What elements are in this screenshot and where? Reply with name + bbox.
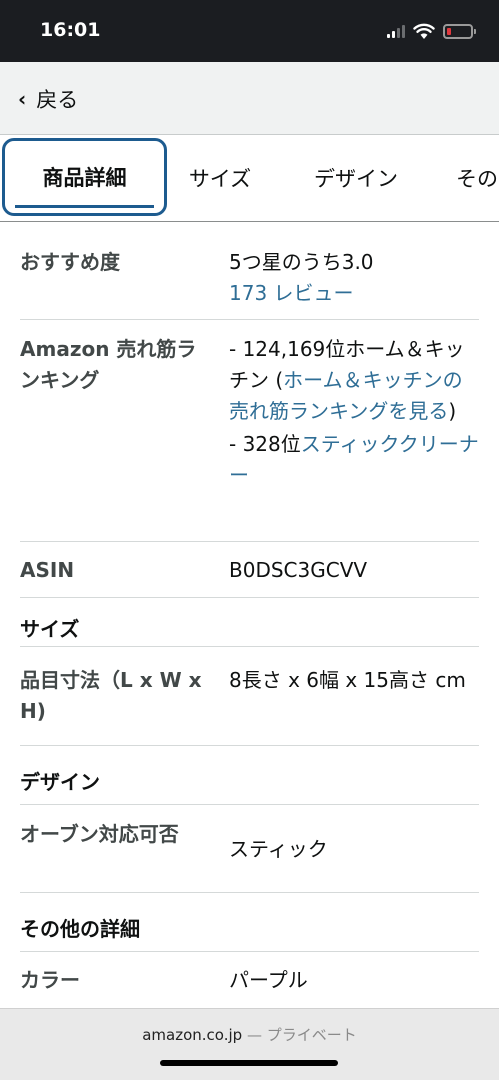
ranking-line-1-suffix: ) bbox=[448, 399, 457, 423]
wifi-icon bbox=[413, 23, 435, 39]
dimensions-value: 8長さ x 6幅 x 15高さ cm bbox=[229, 668, 466, 692]
row-asin: ASIN B0DSC3GCVV bbox=[20, 542, 479, 598]
row-rating: おすすめ度 5つ星のうち3.0 173 レビュー bbox=[20, 222, 479, 320]
row-oven: オーブン対応可否 スティック bbox=[20, 805, 479, 893]
oven-label: オーブン対応可否 bbox=[20, 822, 179, 846]
reviews-link[interactable]: 173 レビュー bbox=[229, 278, 479, 309]
dimensions-label: 品目寸法（L x W x H) bbox=[20, 668, 202, 723]
ranking-value-cell: - 124,169位ホーム＆キッチン (ホーム＆キッチンの売れ筋ランキングを見る… bbox=[229, 334, 479, 541]
tab-size[interactable]: サイズ bbox=[178, 135, 262, 221]
tab-bar: 商品詳細 サイズ デザイン その bbox=[0, 135, 499, 222]
product-details-table: おすすめ度 5つ星のうち3.0 173 レビュー Amazon 売れ筋ランキング… bbox=[0, 222, 499, 1009]
address-domain: amazon.co.jp bbox=[142, 1026, 243, 1044]
back-button[interactable]: ‹ 戻る bbox=[18, 84, 78, 114]
asin-label: ASIN bbox=[20, 558, 75, 582]
section-title-size: サイズ bbox=[20, 598, 479, 647]
status-icons bbox=[387, 20, 476, 42]
signal-icon bbox=[387, 24, 405, 38]
section-title-other: その他の詳細 bbox=[20, 893, 479, 952]
private-mode-label: — プライベート bbox=[246, 1026, 357, 1044]
tab-design[interactable]: デザイン bbox=[300, 135, 412, 221]
status-time: 16:01 bbox=[40, 19, 101, 41]
section-title-design: デザイン bbox=[20, 746, 479, 805]
rating-value-cell: 5つ星のうち3.0 173 レビュー bbox=[229, 247, 479, 319]
home-indicator[interactable] bbox=[160, 1060, 338, 1066]
row-dimensions: 品目寸法（L x W x H) 8長さ x 6幅 x 15高さ cm bbox=[20, 647, 479, 746]
asin-value: B0DSC3GCVV bbox=[229, 558, 368, 582]
ranking-subcategory-text: - 328位 bbox=[229, 432, 301, 456]
chevron-left-icon: ‹ bbox=[18, 87, 27, 111]
tab-other[interactable]: その bbox=[456, 135, 499, 221]
status-bar: 16:01 bbox=[0, 0, 499, 62]
color-value: パープル bbox=[229, 968, 308, 992]
ranking-line-1: - 124,169位ホーム＆キッチン (ホーム＆キッチンの売れ筋ランキングを見る… bbox=[229, 334, 479, 427]
navigation-bar: ‹ 戻る bbox=[0, 62, 499, 135]
row-ranking: Amazon 売れ筋ランキング - 124,169位ホーム＆キッチン (ホーム＆… bbox=[20, 320, 479, 542]
row-color: カラー パープル bbox=[20, 952, 479, 1009]
ranking-label: Amazon 売れ筋ランキング bbox=[20, 337, 197, 392]
battery-level bbox=[447, 27, 451, 35]
tab-product-details[interactable]: 商品詳細 bbox=[2, 138, 167, 216]
browser-bottom-bar: amazon.co.jp — プライベート bbox=[0, 1008, 499, 1080]
address-bar[interactable]: amazon.co.jp — プライベート bbox=[0, 1024, 499, 1045]
battery-icon bbox=[443, 23, 476, 39]
oven-value: スティック bbox=[229, 837, 328, 861]
rating-label: おすすめ度 bbox=[20, 250, 120, 274]
back-label: 戻る bbox=[36, 88, 79, 112]
rating-value: 5つ星のうち3.0 bbox=[229, 250, 374, 274]
color-label: カラー bbox=[20, 968, 80, 992]
ranking-line-2: - 328位スティッククリーナー bbox=[229, 429, 479, 491]
